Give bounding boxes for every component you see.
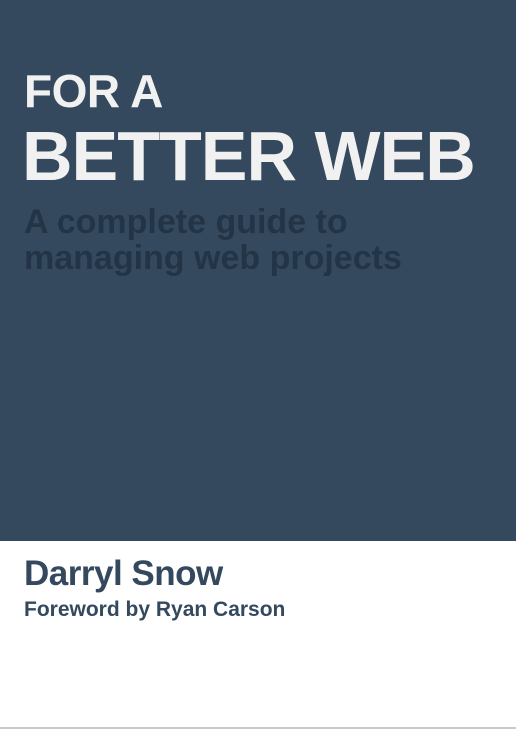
subtitle-line-2: managing web projects <box>24 239 402 277</box>
author-name: Darryl Snow <box>24 554 223 593</box>
foreword-credit: Foreword by Ryan Carson <box>24 598 286 621</box>
subtitle-line-1: A complete guide to <box>24 203 348 241</box>
title-line-2: BETTER WEB <box>22 117 476 195</box>
book-cover: FOR A BETTER WEB A complete guide to man… <box>0 0 516 729</box>
cover-title-panel: FOR A BETTER WEB A complete guide to man… <box>0 0 516 541</box>
title-line-1: FOR A <box>24 65 163 117</box>
subtitle: A complete guide to managing web project… <box>24 204 494 276</box>
